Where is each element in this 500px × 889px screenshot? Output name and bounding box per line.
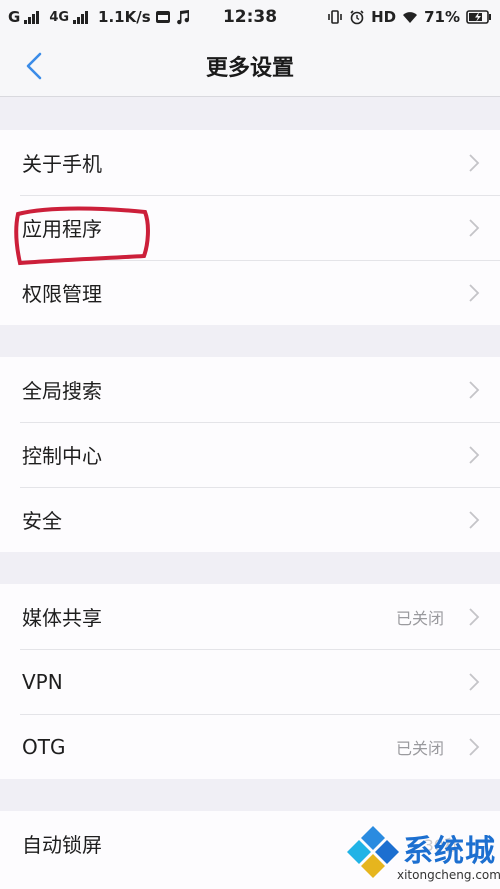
watermark-logo-icon: [347, 826, 399, 878]
settings-item-value: 已关闭: [395, 739, 444, 758]
chevron-right-icon: [469, 446, 480, 464]
watermark: 系统城 xitongcheng.com: [345, 820, 500, 889]
settings-item-label: OTG: [22, 734, 66, 759]
settings-item-security[interactable]: 安全: [0, 487, 500, 552]
settings-item-control-center[interactable]: 控制中心: [0, 422, 500, 487]
page-title: 更多设置: [205, 56, 294, 81]
status-right: HD 71%: [327, 8, 492, 26]
chevron-right-icon: [469, 738, 480, 756]
chevron-right-icon: [469, 608, 480, 626]
settings-item-label: 安全: [22, 509, 62, 533]
settings-item-label: 控制中心: [22, 444, 102, 468]
alarm-icon: [350, 10, 364, 25]
chevron-right-icon: [469, 673, 480, 691]
settings-item-label: 权限管理: [22, 282, 102, 306]
settings-item-label: 关于手机: [22, 152, 102, 176]
chevron-right-icon: [469, 154, 480, 172]
settings-item-label: 全局搜索: [22, 379, 102, 403]
wifi-icon: [403, 12, 418, 23]
settings-item-about-phone[interactable]: 关于手机: [0, 130, 500, 195]
settings-item-label: 应用程序: [22, 217, 102, 241]
chevron-right-icon: [469, 381, 480, 399]
chevron-right-icon: [469, 511, 480, 529]
chevron-right-icon: [469, 219, 480, 237]
settings-item-label: VPN: [22, 669, 63, 694]
watermark-url: xitongcheng.com: [397, 868, 500, 882]
vibrate-icon: [328, 10, 342, 24]
settings-group-1: 关于手机 应用程序 权限管理: [0, 130, 500, 325]
watermark-brand: 系统城: [403, 834, 496, 869]
battery-charging-icon: [466, 10, 491, 24]
battery-percent: 71%: [424, 8, 460, 26]
settings-item-global-search[interactable]: 全局搜索: [0, 357, 500, 422]
settings-group-3: 媒体共享 已关闭 VPN OTG 已关闭: [0, 584, 500, 779]
status-bar: G 4G 1.1K/s 12:38 HD 71%: [0, 0, 500, 36]
settings-item-applications[interactable]: 应用程序: [0, 195, 500, 260]
settings-item-otg[interactable]: OTG 已关闭: [0, 714, 500, 779]
settings-item-label: 自动锁屏: [22, 833, 102, 857]
settings-item-vpn[interactable]: VPN: [0, 649, 500, 714]
settings-item-value: 已关闭: [395, 609, 444, 628]
settings-item-permissions[interactable]: 权限管理: [0, 260, 500, 325]
settings-item-label: 媒体共享: [22, 606, 102, 630]
hd-label: HD: [371, 8, 397, 26]
app-header: 更多设置: [0, 36, 500, 97]
chevron-right-icon: [469, 284, 480, 302]
settings-group-2: 全局搜索 控制中心 安全: [0, 357, 500, 552]
settings-item-media-sharing[interactable]: 媒体共享 已关闭: [0, 584, 500, 649]
